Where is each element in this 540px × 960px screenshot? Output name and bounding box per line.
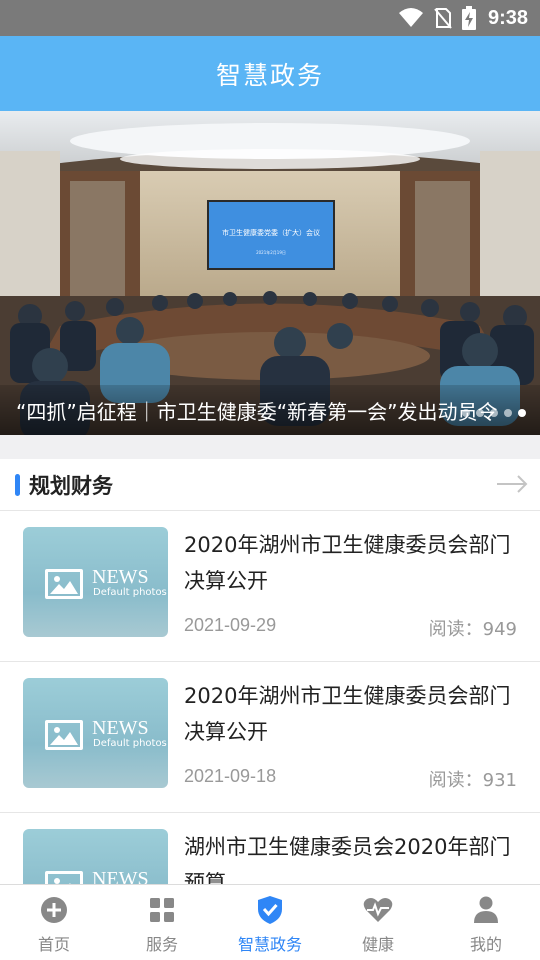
tab-services[interactable]: 服务 [108, 885, 216, 960]
shield-check-icon [256, 895, 284, 925]
status-bar: 9:38 [0, 0, 540, 36]
carousel-dot-active[interactable] [518, 409, 526, 417]
tab-label: 智慧政务 [237, 935, 302, 954]
thumb-sub-text: Default photos [93, 587, 167, 598]
tab-label: 我的 [469, 935, 502, 954]
wifi-icon [398, 7, 424, 29]
banner-screen-subtext: 2021年2月19日 [256, 249, 286, 255]
banner-carousel[interactable]: 市卫生健康委党委（扩大）会议 2021年2月19日 “四抓”启征程｜市卫生健康委… [0, 111, 540, 435]
image-placeholder-icon [45, 871, 83, 884]
status-time: 9:38 [487, 6, 528, 29]
section-header: 规划财务 [0, 459, 540, 511]
section-title: 规划财务 [29, 473, 113, 498]
section-accent-bar [15, 473, 20, 496]
thumb-news-text: NEWS [92, 717, 149, 739]
list-item[interactable]: NEWS Default photos 湖州市卫生健康委员会2020年部门预算 [0, 813, 540, 884]
grid-icon [149, 895, 175, 925]
news-date: 2021-09-29 [184, 615, 277, 635]
news-title: 湖州市卫生健康委员会2020年部门预算 [184, 835, 511, 884]
news-date: 2021-09-18 [184, 766, 277, 786]
carousel-dot[interactable] [504, 409, 512, 417]
image-placeholder-icon [45, 720, 83, 750]
tab-label: 服务 [145, 935, 178, 954]
carousel-dot[interactable] [490, 409, 498, 417]
list-item[interactable]: NEWS Default photos 2020年湖州市卫生健康委员会部门决算公… [0, 662, 540, 813]
banner-screen-text: 市卫生健康委党委（扩大）会议 [222, 228, 320, 237]
news-list: NEWS Default photos 2020年湖州市卫生健康委员会部门决算公… [0, 511, 540, 884]
carousel-dot[interactable] [476, 409, 484, 417]
news-read-count: 阅读：949 [428, 619, 517, 640]
page-title: 智慧政务 [215, 60, 324, 90]
news-thumbnail: NEWS Default photos [23, 678, 168, 788]
tab-health[interactable]: 健康 [324, 885, 432, 960]
section-divider [0, 435, 540, 459]
tab-home[interactable]: 首页 [0, 885, 108, 960]
thumb-news-text: NEWS [92, 868, 149, 884]
news-title: 2020年湖州市卫生健康委员会部门决算公开 [184, 533, 511, 593]
tab-smart-gov[interactable]: 智慧政务 [216, 885, 324, 960]
thumb-news-text: NEWS [92, 566, 149, 588]
carousel-dot[interactable] [462, 409, 470, 417]
thumb-sub-text: Default photos [93, 738, 167, 749]
tab-label: 健康 [361, 935, 394, 954]
news-read-count: 阅读：931 [428, 770, 517, 791]
bottom-tab-bar: 首页 服务 智慧政务 健康 我的 [0, 884, 540, 960]
news-title: 2020年湖州市卫生健康委员会部门决算公开 [184, 684, 511, 744]
no-sim-icon [434, 7, 452, 29]
news-thumbnail: NEWS Default photos [23, 829, 168, 884]
carousel-dots [456, 409, 526, 417]
app-header: 智慧政务 [0, 36, 540, 111]
battery-charging-icon [461, 6, 476, 30]
arrow-right-icon[interactable] [496, 473, 528, 499]
image-placeholder-icon [45, 569, 83, 599]
user-icon [474, 895, 498, 925]
tab-profile[interactable]: 我的 [432, 885, 540, 960]
heart-pulse-icon [363, 895, 393, 925]
plus-circle-icon [40, 895, 68, 925]
list-item[interactable]: NEWS Default photos 2020年湖州市卫生健康委员会部门决算公… [0, 511, 540, 662]
news-thumbnail: NEWS Default photos [23, 527, 168, 637]
tab-label: 首页 [37, 935, 70, 954]
